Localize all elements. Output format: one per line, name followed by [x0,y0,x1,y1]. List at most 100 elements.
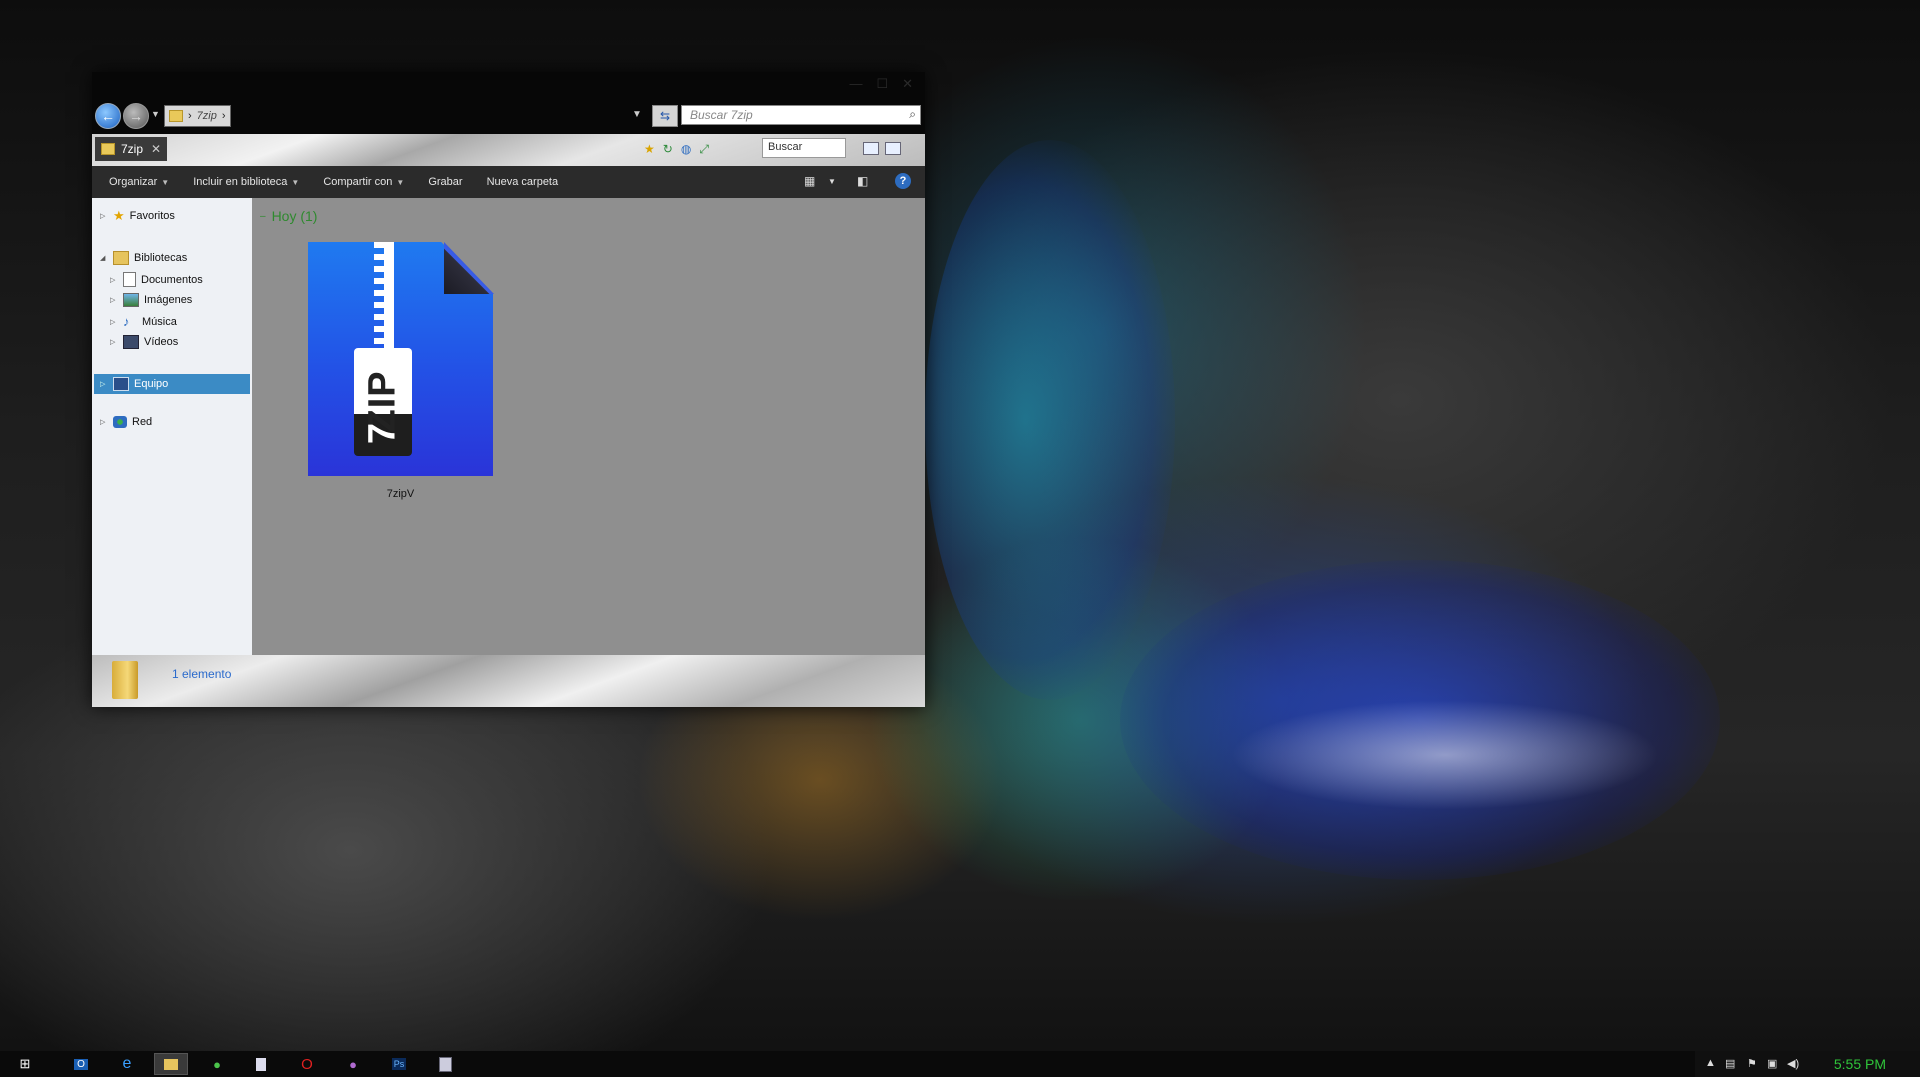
caption-buttons: — ☐ ✕ [849,76,913,92]
expand-arrow-icon[interactable]: ▷ [110,296,118,304]
folder-icon [101,143,115,155]
group-header-today[interactable]: – Hoy (1) [260,208,317,224]
new-folder-button[interactable]: Nueva carpeta [487,176,559,188]
nav-item-videos[interactable]: ▷ Vídeos [110,335,178,349]
chevron-down-icon: ▼ [161,177,170,187]
expand-arrow-icon[interactable]: ▷ [100,380,108,388]
arrow-right-icon: → [129,108,143,124]
forward-button[interactable]: → [123,103,149,129]
file-item-7zipv[interactable]: ZIP 7 7zipV [292,238,494,500]
nav-item-network[interactable]: ▷ Red [100,416,152,428]
maximize-icon[interactable]: ☐ [876,76,888,92]
taskbar-file-explorer[interactable] [154,1053,188,1075]
zip-icon-number: 7 [361,422,404,445]
nav-label: Música [142,315,177,328]
nav-label: Vídeos [144,336,179,348]
new-folder-label: Nueva carpeta [486,176,559,188]
breadcrumb-separator-icon[interactable]: › [188,110,192,122]
action-center-flag-icon[interactable]: ⚑ [1747,1057,1757,1070]
tab-7zip[interactable]: 7zip ✕ [95,137,167,161]
taskbar-utorrent[interactable]: ● [200,1053,234,1075]
taskbar-app[interactable]: ● [336,1053,370,1075]
network-tray-icon[interactable]: ▣ [1767,1057,1777,1070]
taskbar-clock[interactable]: 5:55 PM [1834,1056,1886,1072]
view-dropdown-icon[interactable]: ▼ [828,177,836,186]
search-icon[interactable]: ⌕ [909,107,916,122]
nav-label: Imágenes [144,294,193,306]
explorer-window: — ☐ ✕ ← → ▼ › 7zip › ▼ ⇆ Buscar 7zip ⌕ 7… [92,72,925,707]
start-button[interactable]: ⊞ [8,1053,42,1075]
nav-label: Documentos [141,273,203,286]
taskbar-notepad[interactable] [244,1053,278,1075]
nav-label: Favoritos [129,210,175,222]
breadcrumb-item[interactable]: 7zip [197,110,217,122]
navigation-pane: ▷ ★ Favoritos ◢ Bibliotecas ▷ Documentos… [92,198,252,655]
nav-item-images[interactable]: ▷ Imágenes [110,293,192,307]
sync-icon[interactable]: ↻ [663,142,673,157]
breadcrumb-chevron-icon[interactable]: › [222,110,226,122]
document-tray-icon[interactable]: ▤ [1725,1057,1735,1070]
expand-arrow-icon[interactable]: ▷ [110,318,118,326]
show-hidden-icons[interactable]: ▲ [1705,1057,1716,1069]
nav-item-favorites[interactable]: ▷ ★ Favoritos [100,208,175,224]
preview-pane-icon[interactable]: ◧ [857,174,868,188]
burn-button[interactable]: Grabar [428,176,462,188]
taskbar-internet-explorer[interactable]: e [110,1053,144,1075]
expand-arrow-icon[interactable]: ▷ [100,212,108,220]
search-input[interactable]: Buscar 7zip ⌕ [681,105,921,125]
expand-arrow-icon[interactable]: ▷ [110,338,118,346]
include-library-button[interactable]: Incluir en biblioteca ▼ [193,176,299,188]
layout-horizontal-icon[interactable] [863,142,879,155]
favorites-star-icon[interactable]: ★ [644,142,655,157]
layout-vertical-icon[interactable] [885,142,901,155]
music-icon: ♪ [123,314,130,329]
command-bar: Organizar ▼ Incluir en biblioteca ▼ Compar… [92,166,925,198]
organize-label: Organizar [109,176,158,188]
refresh-icon: ⇆ [659,109,671,123]
expand-arrow-icon[interactable]: ▷ [110,276,118,284]
details-pane: 1 elemento [92,655,925,707]
file-explorer-icon [164,1058,178,1070]
wallpaper-wing [925,140,1175,700]
collapse-group-icon[interactable]: – [260,211,266,222]
back-button[interactable]: ← [95,103,121,129]
expand-arrow-icon[interactable]: ▷ [100,418,108,426]
change-view-icon[interactable]: ▦ [804,174,815,188]
taskbar-photoshop[interactable]: Ps [382,1053,416,1075]
images-icon [123,293,139,307]
close-tab-icon[interactable]: ✕ [151,142,161,156]
taskbar-outlook[interactable]: O [64,1053,98,1075]
globe-icon[interactable]: ◍ [681,142,691,157]
windows-start-icon: ⊞ [19,1056,31,1071]
minimize-icon[interactable]: — [849,76,862,92]
nav-item-documents[interactable]: ▷ Documentos [110,272,203,287]
nav-item-music[interactable]: ▷ ♪ Música [110,314,177,329]
collapse-arrow-icon[interactable]: ◢ [100,254,108,262]
taskbar-document-app[interactable] [428,1053,462,1075]
resize-icon[interactable]: ⤢ [699,142,709,157]
help-icon[interactable]: ? [895,173,911,189]
recent-pages-dropdown[interactable]: ▼ [151,109,160,119]
notepad-icon [256,1057,266,1071]
taskbar-opera[interactable]: O [290,1053,324,1075]
arrow-left-icon: ← [101,108,115,124]
volume-icon[interactable]: ◀) [1787,1057,1799,1070]
nav-item-computer[interactable]: ▷ Equipo [94,374,250,394]
outlook-icon: O [74,1058,88,1070]
burn-label: Grabar [428,176,463,188]
document-app-icon [438,1056,452,1072]
organize-button[interactable]: Organizar ▼ [109,176,169,188]
address-dropdown-icon[interactable]: ▼ [632,109,642,120]
taskbar: ⊞ O e ● O ● Ps ▲ ▤ ⚑ ▣ ◀) 5:55 PM [0,1051,1920,1077]
folder-icon [169,110,183,122]
folder-icon [112,661,138,699]
refresh-button[interactable]: ⇆ [652,105,678,127]
tab-search-field[interactable]: Buscar [762,138,846,158]
nav-item-libraries[interactable]: ◢ Bibliotecas [100,251,187,265]
close-window-icon[interactable]: ✕ [902,76,913,92]
chevron-down-icon: ▼ [291,177,300,187]
include-library-label: Incluir en biblioteca [193,176,288,188]
nav-label: Red [132,416,153,428]
address-bar[interactable]: › 7zip › [164,105,231,127]
share-with-button[interactable]: Compartir con ▼ [323,176,404,188]
